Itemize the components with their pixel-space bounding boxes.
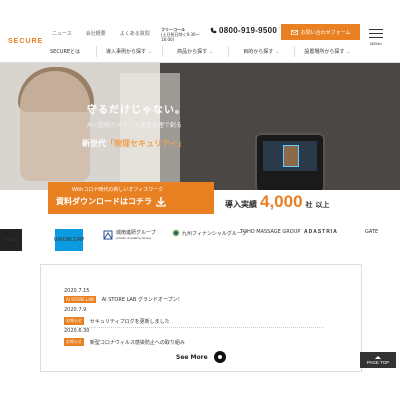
nav-item-cases[interactable]: 導入事例から探す ⌄ [95, 46, 162, 57]
page-top-label: PAGE TOP [366, 359, 390, 365]
mail-icon [290, 29, 298, 35]
news-title: セキュリティブログを更新しました [89, 318, 170, 325]
see-more-link[interactable]: See More [176, 351, 226, 363]
freecall-hours: (土日祝日除く9:30〜18:00) [161, 32, 200, 42]
phone-number-text: 0800-919-9500 [219, 26, 278, 35]
chevron-down-icon: ⌄ [148, 49, 153, 55]
top-link-news[interactable]: ニュース [52, 30, 72, 37]
stats-number: 4,000 [260, 192, 303, 211]
nav-item-label: 目的から探す [243, 49, 274, 55]
face-recognition-device-image [255, 133, 325, 190]
hero-tagline-quote: 「物理セキュリティ」 [106, 139, 186, 148]
chevron-down-icon: ⌄ [209, 49, 214, 55]
hero-tagline: 新世代「物理セキュリティ」 [82, 138, 186, 149]
download-icon [156, 196, 166, 207]
news-item[interactable]: お知らせ 新型コロナウィルス感染防止への取り組み [64, 338, 324, 346]
news-title: 新型コロナウィルス感染防止への取り組み [89, 339, 185, 346]
nav-item-label: 商品から探す [177, 49, 208, 55]
top-links: ニュース 会社概要 よくある質問 [52, 30, 150, 37]
freecall-info: フリーコール (土日祝日除く9:30〜18:00) [161, 27, 209, 42]
news-item[interactable]: AI STORE LAB AI STORE LAB グランドオープン！ [64, 296, 324, 303]
menu-button[interactable]: MENU [365, 26, 387, 46]
top-link-company[interactable]: 会社概要 [86, 30, 106, 37]
nav-item-purpose[interactable]: 目的から探す ⌄ [227, 46, 294, 57]
client-logo-adastria: ADASTRIA [304, 229, 338, 235]
kyushu-logo-icon [172, 229, 180, 237]
client-logo-unioncorp: UNIONCORP [54, 229, 84, 251]
download-banner[interactable]: Withコロナ時代の新しいオフィスワーク 資料ダウンロードはコチラ [48, 182, 214, 214]
news-item[interactable]: お知らせ セキュリティブログを更新しました [64, 317, 324, 325]
news-title: AI STORE LAB グランドオープン！ [101, 297, 183, 303]
client-logo-toho: TOHO MASSAGE GROUP [240, 229, 301, 235]
news-section: 2020.7.15 AI STORE LAB AI STORE LAB グランド… [40, 264, 362, 372]
news-date: 2020.7.9 [64, 307, 87, 313]
hero-tagline-prefix: 新世代 [82, 139, 106, 148]
see-more-label: See More [176, 353, 208, 361]
phone-number[interactable]: 0800-919-9500 [210, 26, 277, 35]
kyushu-name: 九州フィナンシャルグループ [182, 230, 247, 237]
stats-suffix: 以上 [315, 201, 330, 209]
hero-headline: 守るだけじゃない。 [87, 105, 186, 116]
client-logo-kyushu: 九州フィナンシャルグループ [172, 229, 247, 237]
phone-icon [210, 27, 217, 34]
nav-item-location[interactable]: 設置場所から探す ⌄ [293, 46, 360, 57]
nav-item-label: 設置場所から探す [304, 49, 345, 55]
adoption-stats: 導入実績 4,000 社 以上 [225, 192, 330, 212]
stats-prefix: 導入実績 [225, 200, 257, 209]
news-tag: お知らせ [64, 317, 84, 325]
chevron-down-icon: ⌄ [346, 49, 351, 55]
contact-form-label: お問い合わせフォーム [300, 29, 351, 36]
top-link-faq[interactable]: よくある質問 [120, 30, 150, 37]
client-logo-johnan: 城南進研グループ Johnan Academy Group [103, 229, 156, 240]
johnan-name: 城南進研グループ [116, 230, 156, 236]
nav-item-label: SECUREとは [50, 49, 81, 55]
download-banner-caption: Withコロナ時代の新しいオフィスワーク [72, 187, 164, 193]
hero-banner: 守るだけじゃない。 AI×監視カメラ・入退室管理で創る 新世代「物理セキュリティ… [0, 63, 400, 190]
hero-copy: 守るだけじゃない。 AI×監視カメラ・入退室管理で創る [87, 101, 186, 129]
site-header: SECURE ニュース 会社概要 よくある質問 フリーコール (土日祝日除く9:… [0, 0, 400, 63]
johnan-logo-icon [103, 230, 113, 239]
hamburger-icon [365, 29, 387, 38]
news-date: 2020.6.30 [64, 328, 90, 334]
nav-item-label: 導入事例から探す [106, 49, 147, 55]
news-tag: AI STORE LAB [64, 296, 96, 303]
client-logo-group: Group [0, 229, 22, 251]
chevron-down-icon: ⌄ [275, 49, 280, 55]
news-separator [64, 327, 324, 328]
download-banner-title: 資料ダウンロードはコチラ [56, 196, 166, 207]
johnan-subname: Johnan Academy Group [116, 236, 152, 240]
client-logos: Group UNIONCORP 城南進研グループ Johnan Academy … [0, 222, 400, 260]
news-tag: お知らせ [64, 338, 84, 346]
client-logo-gate: GATE [365, 229, 379, 235]
contact-form-button[interactable]: お問い合わせフォーム [281, 24, 360, 40]
menu-label: MENU [370, 41, 382, 46]
page-top-button[interactable]: PAGE TOP [360, 352, 396, 368]
see-more-circle-icon [213, 351, 226, 363]
page: SECURE ニュース 会社概要 よくある質問 フリーコール (土日祝日除く9:… [0, 0, 400, 400]
stats-unit: 社 [305, 201, 313, 209]
nav-item-products[interactable]: 商品から探す ⌄ [161, 46, 228, 57]
download-banner-label: 資料ダウンロードはコチラ [56, 197, 152, 206]
news-date: 2020.7.15 [64, 288, 90, 294]
arrow-up-icon [375, 355, 381, 359]
main-nav: SECUREとは 導入事例から探す ⌄ 商品から探す ⌄ 目的から探す ⌄ 設置場所か… [50, 46, 360, 57]
nav-item-about[interactable]: SECUREとは [50, 46, 96, 57]
hero-subheadline: AI×監視カメラ・入退室管理で創る [87, 122, 182, 129]
secure-logo[interactable]: SECURE [8, 38, 43, 45]
